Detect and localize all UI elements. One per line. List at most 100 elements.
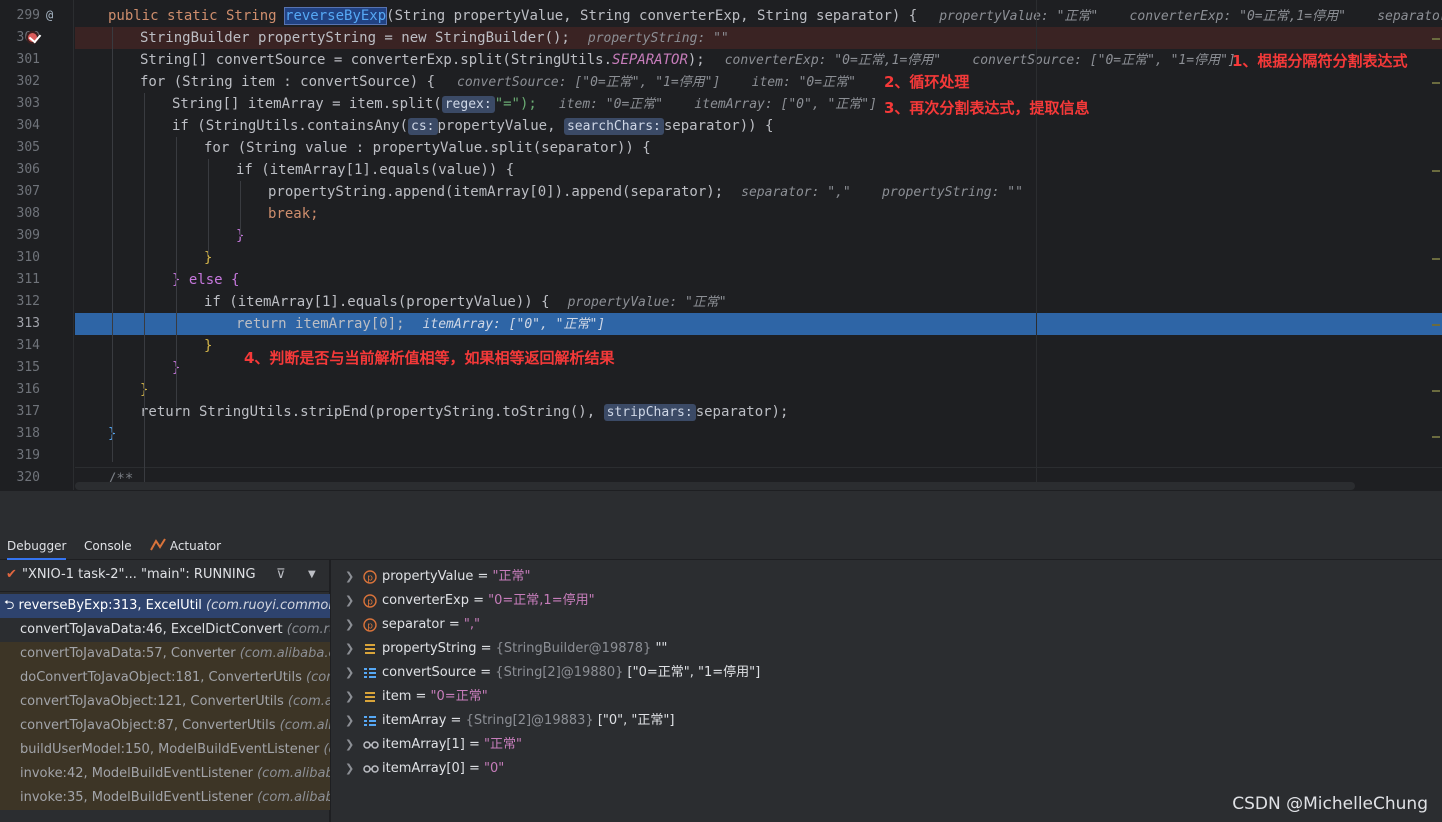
code-line-311: } else {: [172, 272, 240, 288]
frame-package: (com.alibaba.e: [257, 766, 330, 781]
frame-method: reverseByExp:313, ExcelUtil: [18, 598, 207, 613]
variable-row[interactable]: ❯ item = "0=正常": [331, 685, 1442, 709]
param-icon: p: [363, 618, 377, 632]
variable-name: propertyValue: [382, 569, 474, 584]
variable-row[interactable]: ❯ p propertyValue = "正常": [331, 565, 1442, 589]
indent-guide: [176, 291, 177, 371]
stack-frame[interactable]: doConvertToJavaObject:181, ConverterUtil…: [0, 666, 330, 690]
variable-row[interactable]: ❯ p separator = ",": [331, 613, 1442, 637]
line-number[interactable]: 315: [0, 357, 40, 379]
line-number[interactable]: 318: [0, 423, 40, 445]
variable-row[interactable]: ❯ p converterExp = "0=正常,1=停用": [331, 589, 1442, 613]
variable-value: "0=正常,1=停用": [488, 593, 595, 608]
array-icon: [363, 714, 377, 728]
stack-frame[interactable]: convertToJavaObject:121, ConverterUtils …: [0, 690, 330, 714]
array-icon: [363, 666, 377, 680]
filter-icon[interactable]: ⊽: [276, 560, 286, 590]
frame-method: invoke:42, ModelBuildEventListener: [20, 766, 258, 781]
code-line-299: public static String reverseByExp(String…: [108, 7, 1442, 25]
variable-name: item: [382, 689, 412, 704]
line-number[interactable]: 313: [0, 313, 40, 335]
horizontal-scrollbar[interactable]: [75, 482, 1355, 490]
chevron-right-icon[interactable]: ❯: [345, 613, 354, 637]
chevron-right-icon[interactable]: ❯: [345, 637, 354, 661]
error-stripe[interactable]: [1430, 0, 1442, 490]
thread-selector[interactable]: ✔ "XNIO-1 task-2"... "main": RUNNING ⊽ ▼: [0, 560, 330, 592]
stack-frame[interactable]: convertToJavaData:57, Converter (com.ali…: [0, 642, 330, 666]
stack-frame[interactable]: convertToJavaObject:87, ConverterUtils (…: [0, 714, 330, 738]
line-number[interactable]: 304: [0, 115, 40, 137]
tab-console[interactable]: Console: [84, 532, 132, 560]
variable-name-value: separator = ",": [382, 617, 480, 632]
line-number[interactable]: 309: [0, 225, 40, 247]
annotation-4: 4、判断是否与当前解析值相等，如果相等返回解析结果: [244, 349, 615, 367]
variable-name: convertSource: [382, 665, 477, 680]
variable-name-value: propertyValue = "正常": [382, 569, 531, 584]
stack-frame[interactable]: invoke:42, ModelBuildEventListener (com.…: [0, 762, 330, 786]
chevron-right-icon[interactable]: ❯: [345, 661, 354, 685]
line-number[interactable]: 320: [0, 467, 40, 489]
code-editor[interactable]: 2993003013023033043053063073083093103113…: [0, 0, 1442, 490]
stack-frames-list: ⮌ reverseByExp:313, ExcelUtil (com.ruoyi…: [0, 594, 330, 810]
line-number[interactable]: 311: [0, 269, 40, 291]
chevron-right-icon[interactable]: ❯: [345, 589, 354, 613]
line-number[interactable]: 301: [0, 49, 40, 71]
line-number[interactable]: 302: [0, 71, 40, 93]
line-number[interactable]: 307: [0, 181, 40, 203]
frame-method: convertToJavaData:46, ExcelDictConvert: [20, 622, 287, 637]
variable-row[interactable]: ❯ propertyString = {StringBuilder@19878} …: [331, 637, 1442, 661]
chevron-right-icon[interactable]: ❯: [345, 709, 354, 733]
indent-guide: [144, 93, 145, 483]
stack-frame[interactable]: buildUserModel:150, ModelBuildEventListe…: [0, 738, 330, 762]
code-line-312: if (itemArray[1].equals(propertyValue)) …: [204, 294, 727, 310]
debug-tool-tabs: Debugger Console Actuator: [0, 532, 1442, 560]
line-number[interactable]: 316: [0, 379, 40, 401]
line-number[interactable]: 303: [0, 93, 40, 115]
code-line-317: return StringUtils.stripEnd(propertyStri…: [140, 404, 789, 421]
code-area[interactable]: public static String reverseByExp(String…: [75, 0, 1442, 490]
line-number[interactable]: 308: [0, 203, 40, 225]
variable-name: propertyString: [382, 641, 477, 656]
variable-value: "0=正常": [430, 689, 488, 704]
tab-actuator[interactable]: Actuator: [150, 532, 221, 560]
tab-actuator-label: Actuator: [169, 539, 222, 553]
variable-row[interactable]: ❯ itemArray[1] = "正常": [331, 733, 1442, 757]
line-number[interactable]: 317: [0, 401, 40, 423]
variable-value: ["0", "正常"]: [597, 713, 675, 728]
line-number[interactable]: 305: [0, 137, 40, 159]
chevron-right-icon[interactable]: ❯: [345, 685, 354, 709]
chevron-right-icon[interactable]: ❯: [345, 733, 354, 757]
panel-splitter[interactable]: [0, 490, 1442, 532]
variable-row[interactable]: ❯ itemArray = {String[2]@19883} ["0", "正常…: [331, 709, 1442, 733]
stack-frame[interactable]: convertToJavaData:46, ExcelDictConvert (…: [0, 618, 330, 642]
line-number[interactable]: 299: [0, 5, 40, 27]
line-number[interactable]: 319: [0, 445, 40, 467]
current-frame-icon: ⮌: [4, 598, 19, 613]
code-line-310: }: [204, 250, 213, 266]
line-number[interactable]: 310: [0, 247, 40, 269]
annotation-1: 1、根据分隔符分割表达式: [1232, 52, 1408, 70]
indent-guide: [112, 27, 113, 462]
frame-package: (com.aliba: [279, 718, 330, 733]
variable-name: converterExp: [382, 593, 469, 608]
stack-frame[interactable]: invoke:35, ModelBuildEventListener (com.…: [0, 786, 330, 810]
line-number[interactable]: 314: [0, 335, 40, 357]
chevron-right-icon[interactable]: ❯: [345, 565, 354, 589]
variable-row[interactable]: ❯ convertSource = {String[2]@19880} ["0=正…: [331, 661, 1442, 685]
stack-frame[interactable]: ⮌ reverseByExp:313, ExcelUtil (com.ruoyi…: [0, 594, 330, 618]
breakpoint-icon[interactable]: [26, 31, 39, 44]
variable-name-value: item = "0=正常": [382, 689, 488, 704]
frame-package: (com.alib: [287, 694, 330, 709]
variable-row[interactable]: ❯ itemArray[0] = "0": [331, 757, 1442, 781]
chevron-down-icon[interactable]: ▼: [308, 560, 316, 590]
tab-debugger[interactable]: Debugger: [7, 532, 67, 560]
svg-text:p: p: [367, 574, 373, 584]
line-number[interactable]: 312: [0, 291, 40, 313]
right-margin-guide: [1036, 0, 1037, 490]
check-icon: ✔: [6, 567, 17, 582]
line-number[interactable]: 306: [0, 159, 40, 181]
chevron-right-icon[interactable]: ❯: [345, 757, 354, 781]
override-marker-icon[interactable]: @: [46, 8, 53, 22]
frame-method: convertToJavaData:57, Converter: [20, 646, 240, 661]
